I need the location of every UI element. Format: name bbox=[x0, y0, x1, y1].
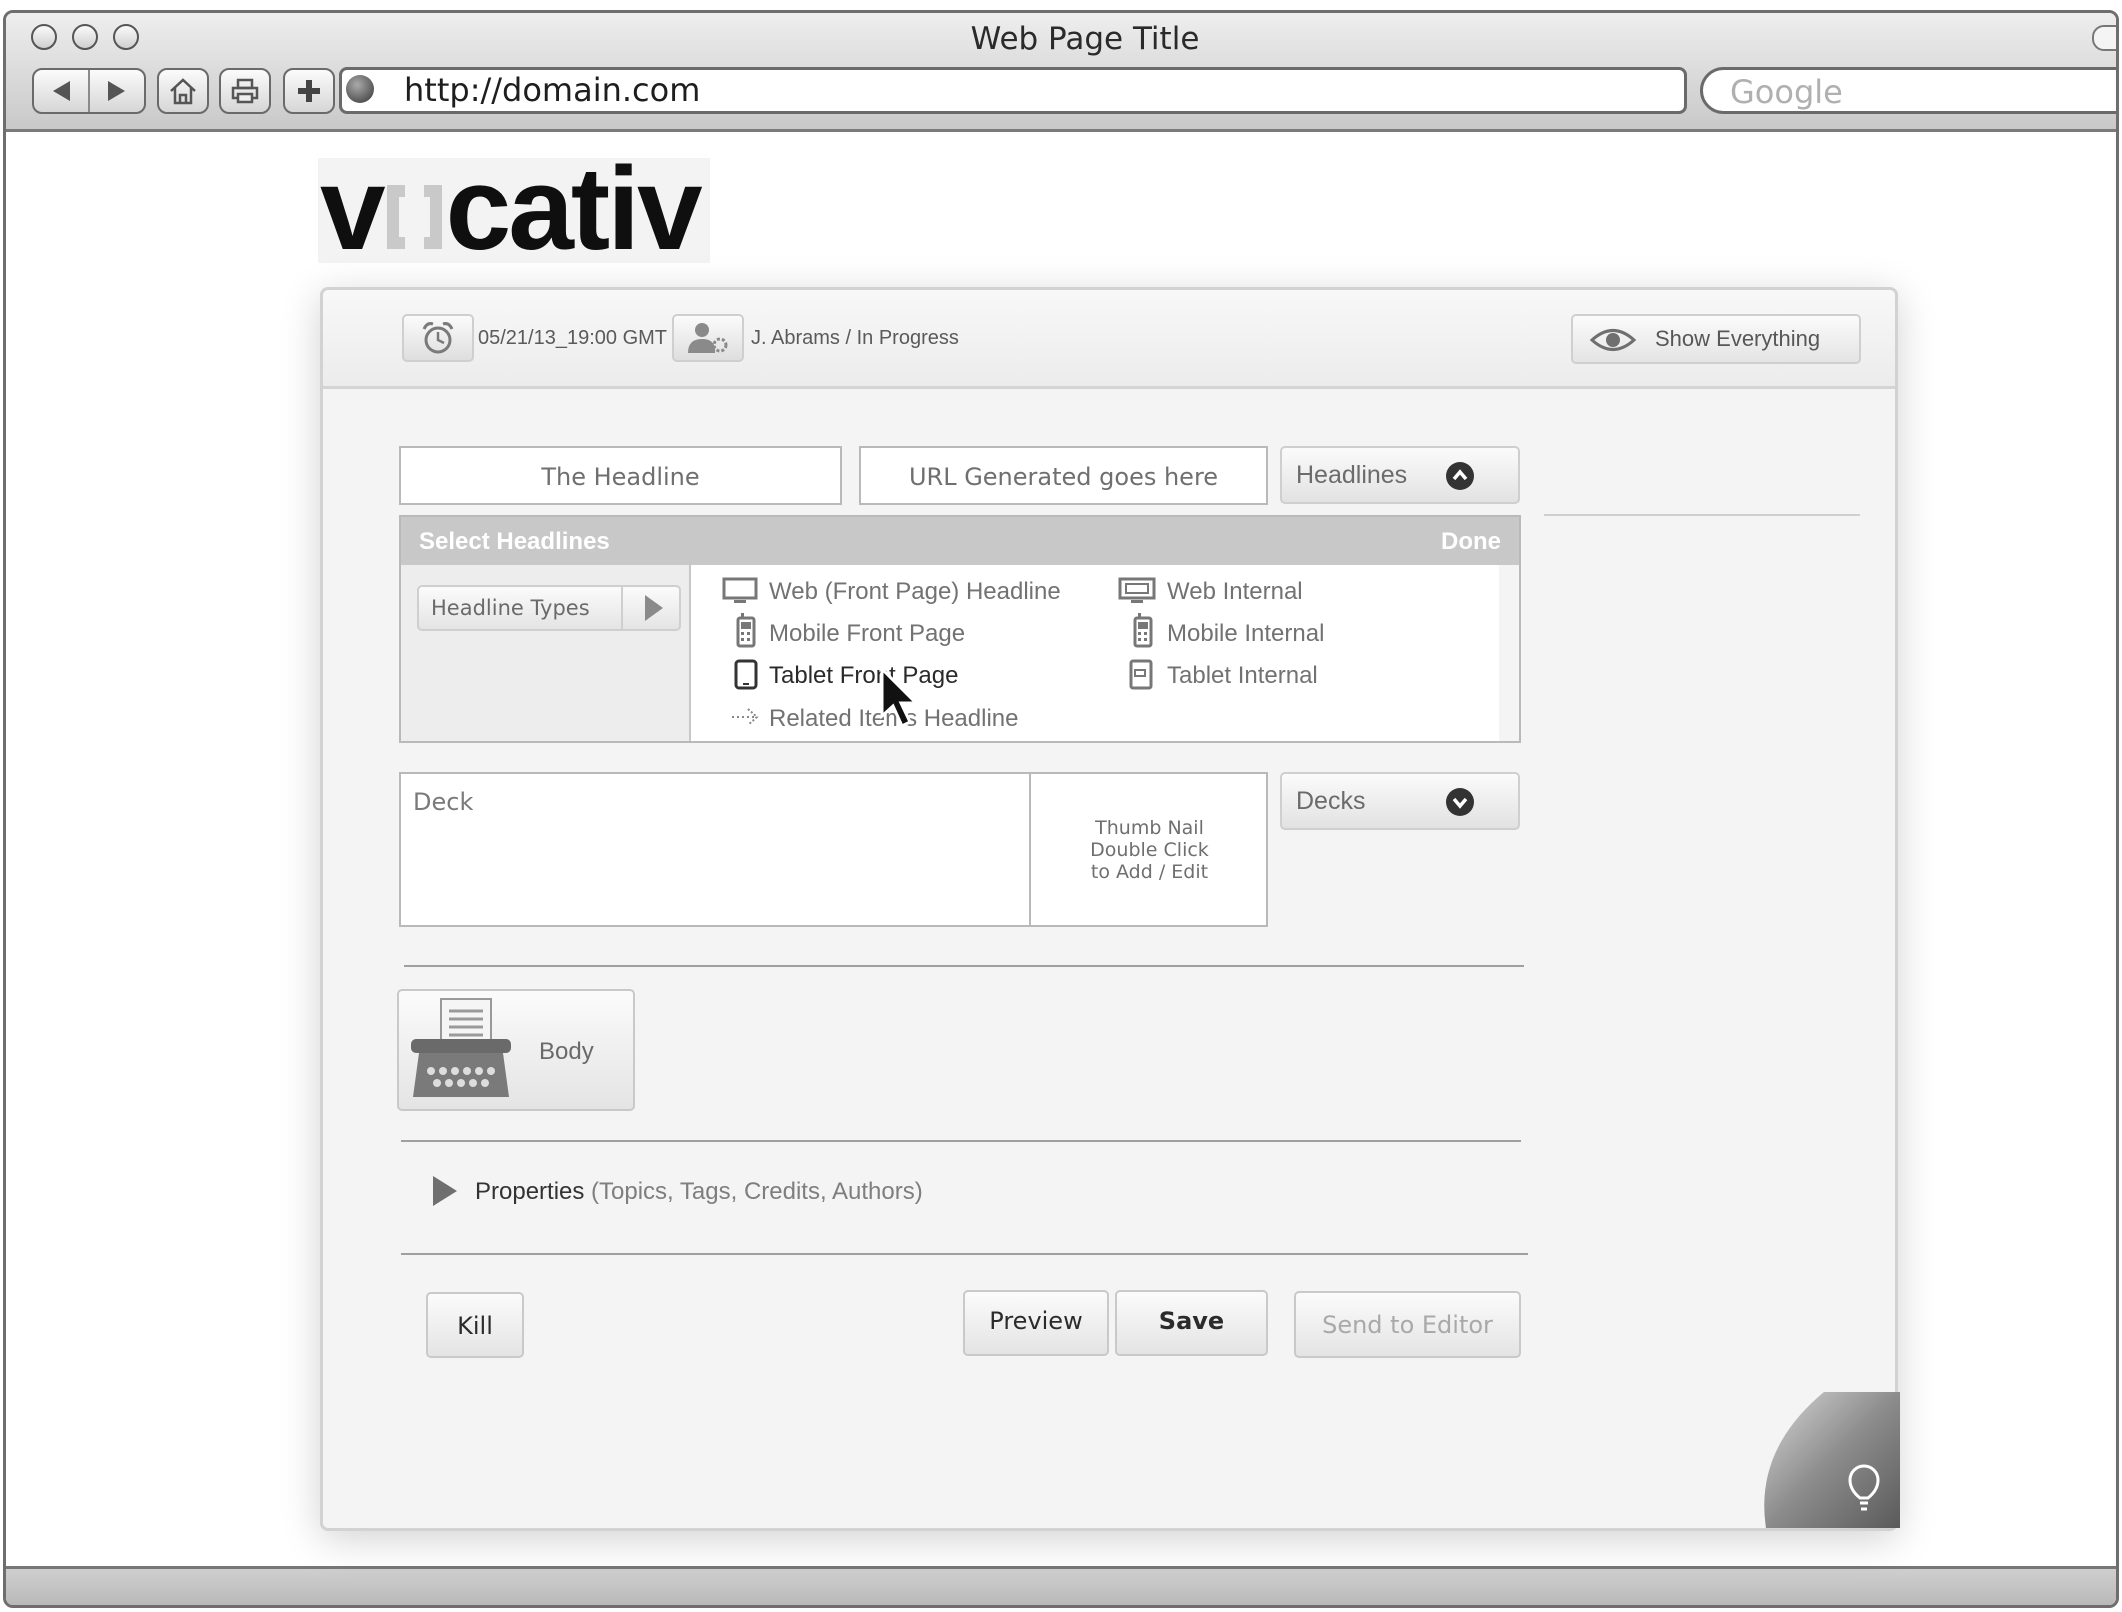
divider bbox=[404, 965, 1524, 967]
schedule-button[interactable] bbox=[402, 314, 474, 362]
mobile-phone-icon bbox=[736, 613, 756, 648]
plus-icon bbox=[298, 80, 320, 102]
monitor-icon bbox=[722, 577, 758, 603]
option-label: Mobile Front Page bbox=[769, 620, 966, 647]
browser-titlebar: Web Page Title http://domain.com Google bbox=[6, 13, 2116, 132]
deck-placeholder: Deck bbox=[413, 788, 474, 816]
editor-status-bar: 05/21/13_19:00 GMT J. Abrams / In Progre… bbox=[323, 290, 1895, 389]
window-title: Web Page Title bbox=[970, 21, 1200, 57]
vocativ-logo: v cativ bbox=[320, 150, 703, 268]
panel-header: Select Headlines Done bbox=[401, 517, 1519, 565]
logo-left: v bbox=[320, 143, 386, 275]
thumbnail-line-3: to Add / Edit bbox=[1090, 861, 1209, 883]
decks-dropdown[interactable]: Decks bbox=[1280, 772, 1520, 830]
timestamp: 05/21/13_19:00 GMT bbox=[478, 327, 668, 349]
mouse-cursor-icon bbox=[880, 666, 920, 729]
alarm-clock-icon bbox=[422, 322, 454, 354]
printer-icon bbox=[231, 78, 259, 104]
page-curl-help[interactable] bbox=[1764, 1390, 1900, 1528]
thumbnail-line-1: Thumb Nail bbox=[1095, 817, 1204, 839]
option-label: Web Internal bbox=[1167, 578, 1303, 605]
user-settings-icon bbox=[688, 323, 728, 353]
logo-right: cativ bbox=[445, 143, 703, 275]
globe-icon bbox=[346, 75, 374, 103]
properties-label: Properties bbox=[475, 1178, 585, 1205]
option-label: Tablet Front Page bbox=[769, 662, 959, 689]
show-everything-label: Show Everything bbox=[1655, 326, 1821, 351]
tablet-internal-icon bbox=[1129, 659, 1153, 690]
dotted-arrow-icon bbox=[732, 708, 759, 726]
decks-dropdown-label: Decks bbox=[1296, 787, 1366, 815]
home-button[interactable] bbox=[157, 68, 209, 114]
logo-bracket-mark bbox=[386, 185, 442, 249]
divider bbox=[401, 1253, 1528, 1255]
toolbar-toggle-button[interactable] bbox=[2092, 25, 2116, 51]
eye-icon bbox=[1589, 329, 1637, 351]
preview-button[interactable]: Preview bbox=[963, 1290, 1109, 1356]
back-button[interactable] bbox=[34, 70, 90, 112]
author-settings-button[interactable] bbox=[672, 314, 744, 362]
headlines-dropdown-label: Headlines bbox=[1296, 461, 1408, 489]
chevron-up-icon bbox=[1446, 462, 1474, 490]
print-button[interactable] bbox=[219, 68, 271, 114]
save-button[interactable]: Save bbox=[1115, 1290, 1268, 1356]
option-label: Web (Front Page) Headline bbox=[769, 578, 1061, 605]
panel-title: Select Headlines bbox=[419, 528, 610, 555]
properties-detail: (Topics, Tags, Credits, Authors) bbox=[591, 1178, 923, 1205]
thumbnail-line-2: Double Click bbox=[1090, 839, 1209, 861]
thumbnail-area[interactable]: Thumb Nail Double Click to Add / Edit bbox=[1029, 772, 1268, 927]
url-value: URL Generated goes here bbox=[908, 463, 1219, 491]
tablet-icon bbox=[734, 659, 758, 690]
chevron-down-icon bbox=[1446, 788, 1474, 816]
headline-types-button[interactable]: Headline Types bbox=[417, 585, 681, 631]
panel-sidebar: Headline Types bbox=[401, 565, 691, 741]
done-button[interactable]: Done bbox=[1441, 528, 1501, 556]
send-to-editor-button[interactable]: Send to Editor bbox=[1294, 1291, 1521, 1358]
back-arrow-icon bbox=[53, 81, 70, 101]
play-arrow-icon bbox=[645, 595, 663, 621]
body-button[interactable]: Body bbox=[397, 989, 635, 1111]
expand-arrow-icon bbox=[433, 1176, 457, 1206]
kill-button[interactable]: Kill bbox=[426, 1292, 524, 1358]
show-everything-button[interactable]: Show Everything bbox=[1571, 314, 1861, 364]
headline-types-label: Headline Types bbox=[431, 596, 590, 620]
body-label: Body bbox=[539, 1038, 594, 1065]
option-label: Mobile Internal bbox=[1167, 620, 1325, 647]
home-icon bbox=[170, 78, 196, 105]
author-status: J. Abrams / In Progress bbox=[751, 327, 959, 349]
back-forward-group bbox=[32, 68, 146, 114]
headlines-dropdown[interactable]: Headlines bbox=[1280, 446, 1520, 504]
url-input[interactable]: URL Generated goes here bbox=[859, 446, 1268, 505]
sidebar-divider bbox=[1544, 514, 1860, 516]
forward-button[interactable] bbox=[90, 70, 144, 112]
mobile-internal-icon bbox=[1133, 613, 1153, 648]
monitor-internal-icon bbox=[1118, 577, 1156, 603]
headline-value: The Headline bbox=[541, 463, 700, 491]
browser-status-bar bbox=[6, 1566, 2116, 1605]
search-placeholder: Google bbox=[1730, 73, 1843, 111]
url-text[interactable]: http://domain.com bbox=[404, 71, 700, 109]
option-label: Tablet Internal bbox=[1167, 662, 1318, 689]
forward-arrow-icon bbox=[108, 81, 125, 101]
headline-input[interactable]: The Headline bbox=[399, 446, 842, 505]
add-bookmark-button[interactable] bbox=[283, 68, 335, 114]
typewriter-icon bbox=[411, 998, 511, 1097]
divider bbox=[401, 1140, 1521, 1142]
